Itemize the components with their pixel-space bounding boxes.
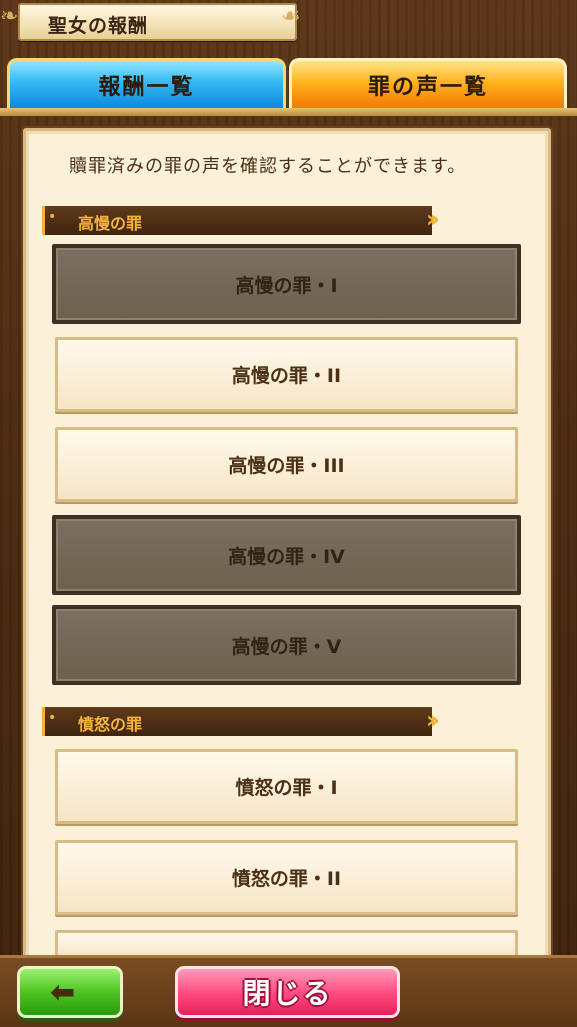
sin-voice-label: 憤怒の罪・II (231, 868, 342, 890)
sin-voice-item-pride-5[interactable]: 高慢の罪・V (52, 605, 521, 685)
section-header-wrath: • 憤怒の罪 ›› (42, 706, 454, 736)
left-arrow-icon: ⬅ (50, 975, 76, 1010)
double-chevron-right-icon: ›› (426, 706, 440, 734)
sin-voice-item-pride-1[interactable]: 高慢の罪・I (52, 244, 521, 324)
section-bullet-icon: • (48, 209, 57, 225)
sin-voice-label: 高慢の罪・II (231, 365, 342, 387)
sin-voice-label: 高慢の罪・V (231, 635, 342, 658)
tab-rewards-list[interactable]: 報酬一覧 (7, 58, 286, 108)
tab-sin-voices-list[interactable]: 罪の声一覧 (289, 58, 567, 108)
description-text: 贖罪済みの罪の声を確認することができます。 (69, 156, 467, 177)
section-title: 高慢の罪 (78, 214, 143, 233)
double-chevron-right-icon: ›› (426, 205, 440, 233)
sin-voice-label: 高慢の罪・I (235, 274, 338, 297)
close-button-label: 閉じる (242, 977, 333, 1010)
tab-shelf (0, 108, 577, 116)
title-plate: 聖女の報酬 (18, 3, 297, 41)
title-ornament-right-icon: ☙ (281, 4, 301, 29)
close-button[interactable]: 閉じる (175, 966, 400, 1018)
tab-rewards-label: 報酬一覧 (98, 74, 195, 100)
title-ornament-left-icon: ❧ (0, 4, 19, 29)
page-title: 聖女の報酬 (48, 15, 149, 37)
section-header-pride: • 高慢の罪 ›› (42, 205, 454, 235)
back-button[interactable]: ⬅ (17, 966, 123, 1018)
sin-voice-label: 高慢の罪・IV (228, 545, 345, 568)
section-title: 憤怒の罪 (78, 715, 143, 734)
sin-voice-item-pride-4[interactable]: 高慢の罪・IV (52, 515, 521, 595)
sin-voice-item-pride-2[interactable]: 高慢の罪・II (55, 337, 518, 412)
sin-voice-item-wrath-2[interactable]: 憤怒の罪・II (55, 840, 518, 915)
sin-voice-label: 憤怒の罪・I (235, 777, 338, 799)
section-bullet-icon: • (48, 710, 57, 726)
sin-voice-item-wrath-1[interactable]: 憤怒の罪・I (55, 749, 518, 824)
tab-sin-voices-label: 罪の声一覧 (367, 74, 488, 100)
sin-voice-label: 高慢の罪・III (228, 455, 345, 477)
sin-voice-item-pride-3[interactable]: 高慢の罪・III (55, 427, 518, 502)
